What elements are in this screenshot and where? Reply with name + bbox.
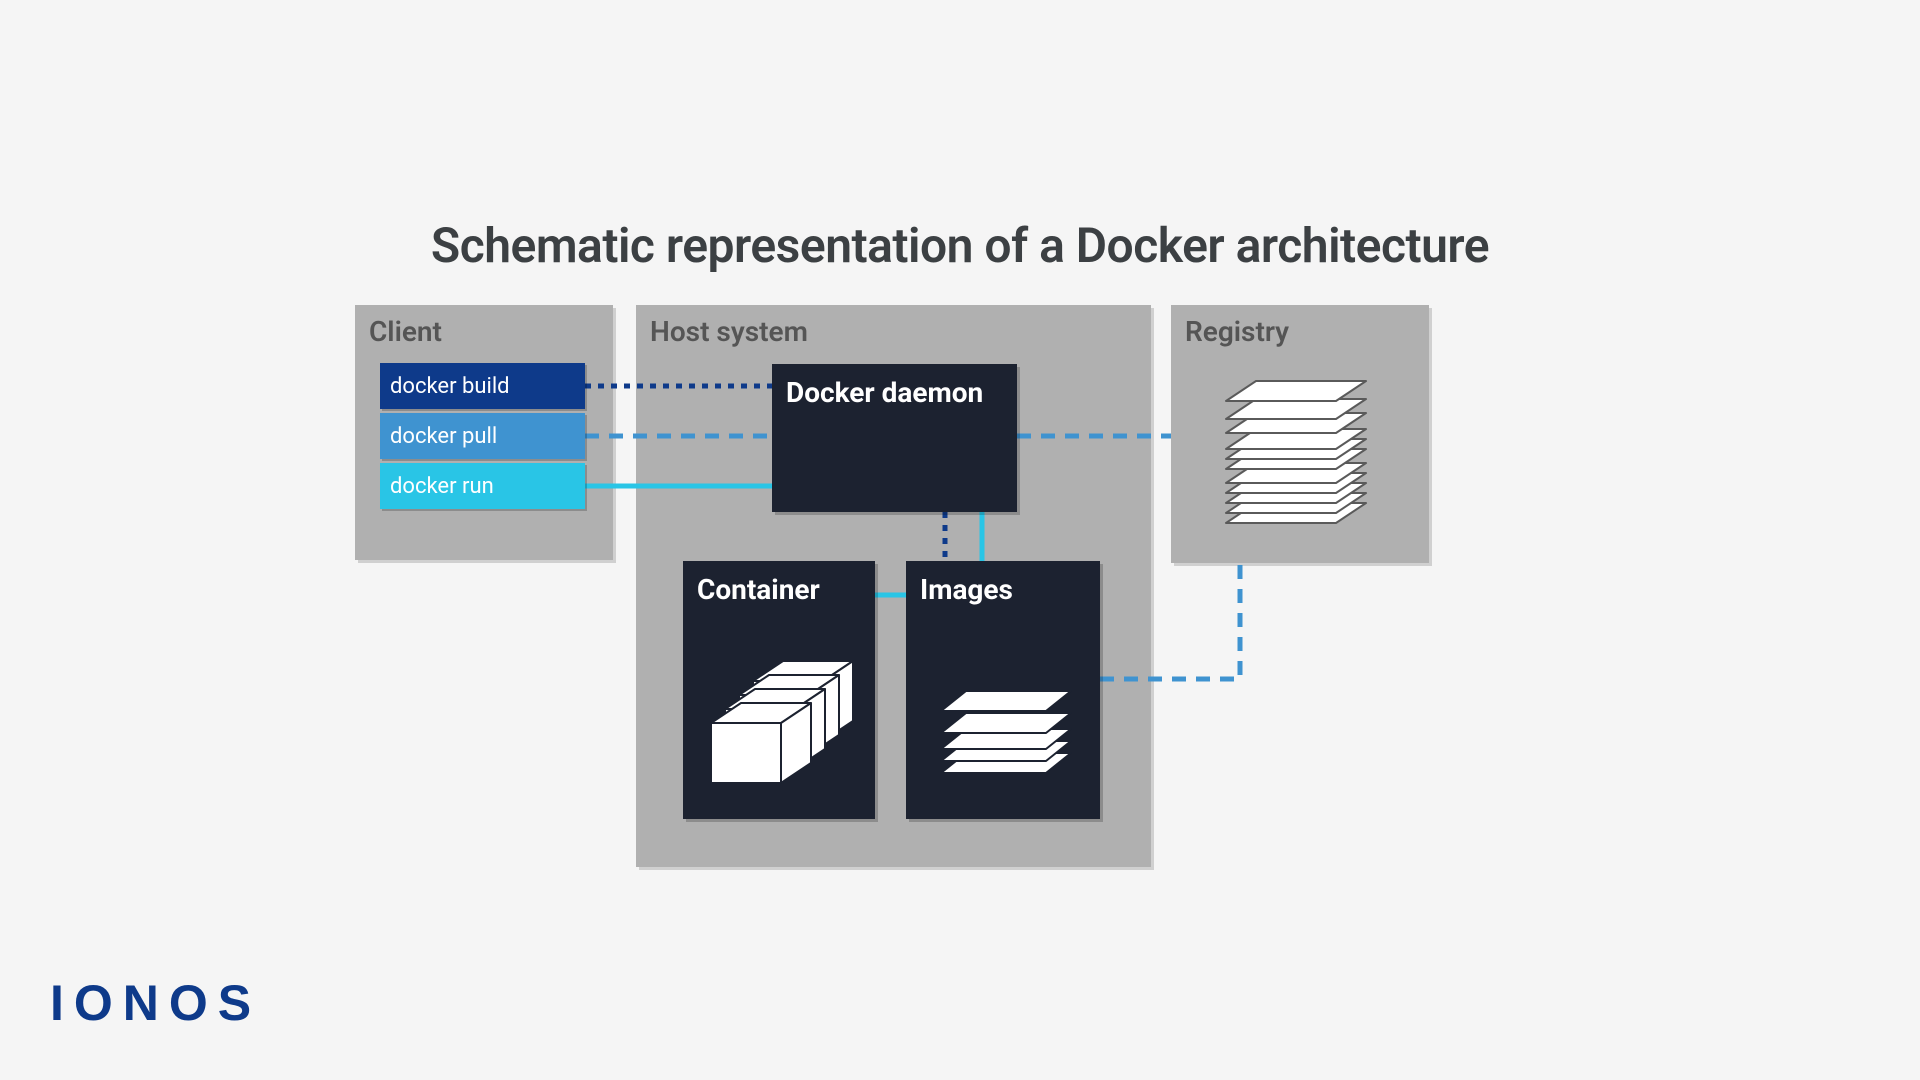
docker-daemon-block: Docker daemon bbox=[772, 364, 1017, 512]
images-stack-icon bbox=[916, 661, 1091, 811]
docker-pull-label: docker pull bbox=[390, 424, 497, 449]
docker-daemon-title: Docker daemon bbox=[772, 364, 1017, 421]
registry-stack-icon bbox=[1211, 355, 1391, 545]
docker-run-command: docker run bbox=[380, 463, 585, 509]
docker-run-label: docker run bbox=[390, 474, 494, 499]
ionos-logo: IONOS bbox=[50, 974, 261, 1032]
docker-pull-command: docker pull bbox=[380, 413, 585, 459]
docker-build-command: docker build bbox=[380, 363, 585, 409]
registry-label: Registry bbox=[1185, 315, 1289, 348]
host-label: Host system bbox=[650, 315, 808, 348]
client-label: Client bbox=[369, 315, 442, 348]
container-title: Container bbox=[683, 561, 875, 618]
container-block: Container bbox=[683, 561, 875, 819]
images-title: Images bbox=[906, 561, 1100, 618]
docker-build-label: docker build bbox=[390, 374, 510, 399]
images-block: Images bbox=[906, 561, 1100, 819]
diagram-title: Schematic representation of a Docker arc… bbox=[210, 217, 1710, 274]
container-boxes-icon bbox=[701, 641, 861, 801]
